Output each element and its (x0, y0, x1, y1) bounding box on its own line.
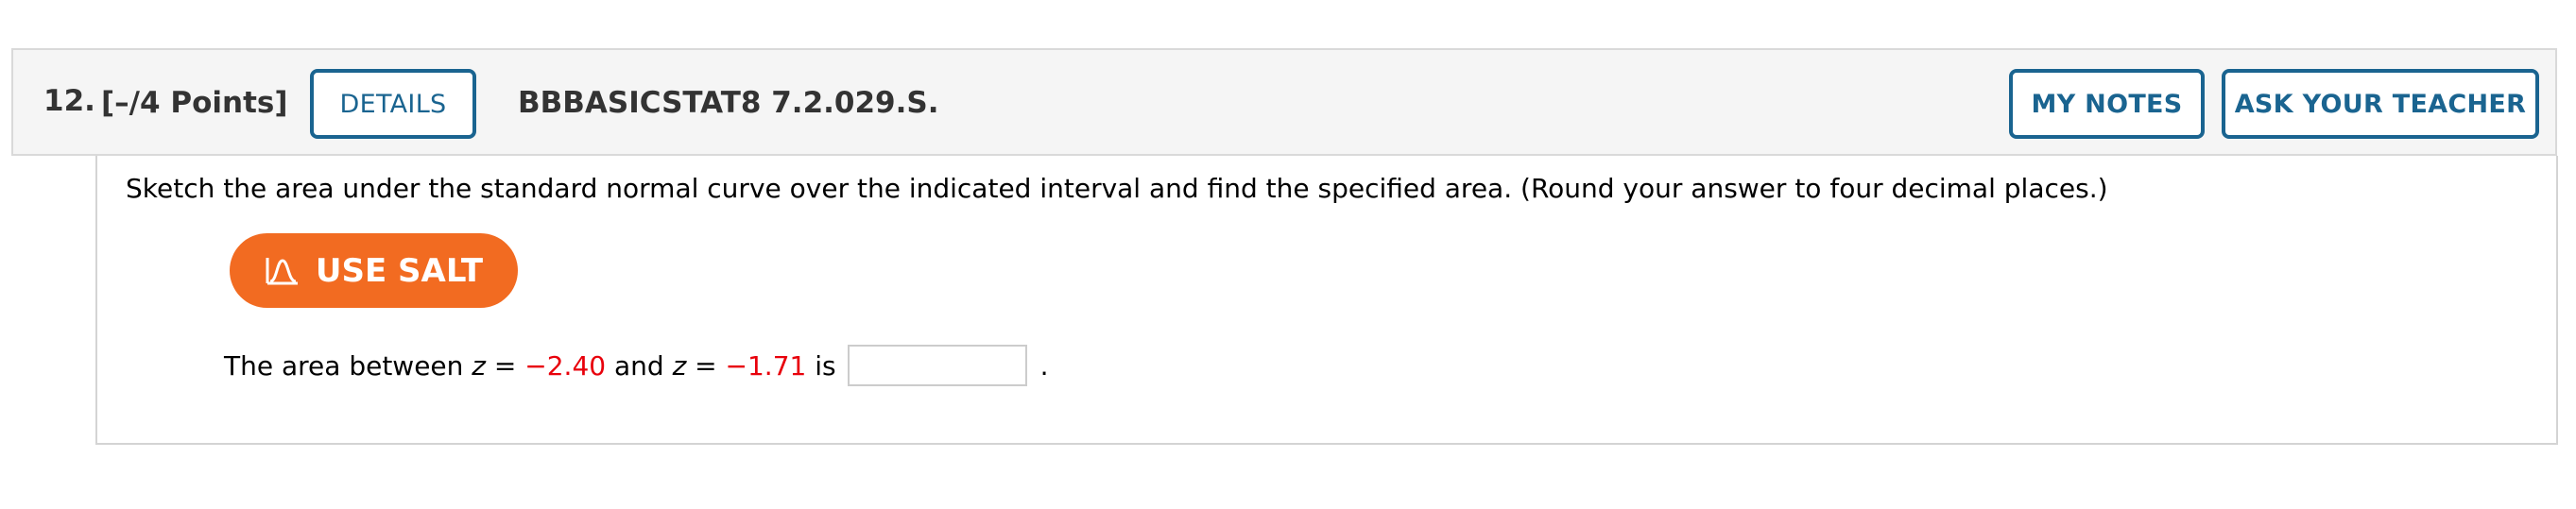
use-salt-button[interactable]: USE SALT (230, 233, 518, 308)
question-number: 12. (43, 84, 95, 118)
answer-input[interactable] (847, 345, 1027, 386)
answer-period: . (1039, 349, 1049, 382)
question-content: Sketch the area under the standard norma… (95, 156, 2558, 445)
z-upper-value: −1.71 (725, 349, 807, 382)
answer-suffix: is (806, 349, 836, 382)
z-variable: z (672, 349, 687, 382)
answer-prefix: The area between (224, 349, 472, 382)
equals-sign: = (486, 349, 525, 382)
answer-and: and (606, 349, 673, 382)
z-lower-value: −2.40 (524, 349, 607, 382)
question-code: BBBASICSTAT8 7.2.029.S. (518, 86, 939, 120)
equals-sign: = (686, 349, 726, 382)
answer-line: The area between z = −2.40 and z = −1.71… (224, 345, 1049, 386)
question-points: [–/4 Points] (101, 86, 288, 120)
question-header: 12. [–/4 Points] DETAILS BBBASICSTAT8 7.… (11, 48, 2557, 156)
use-salt-label: USE SALT (315, 251, 484, 290)
z-variable: z (472, 349, 486, 382)
my-notes-button[interactable]: MY NOTES (2009, 69, 2205, 139)
normal-curve-icon (266, 257, 298, 284)
details-button[interactable]: DETAILS (310, 69, 476, 139)
question-instructions: Sketch the area under the standard norma… (126, 173, 2108, 204)
ask-your-teacher-button[interactable]: ASK YOUR TEACHER (2222, 69, 2539, 139)
